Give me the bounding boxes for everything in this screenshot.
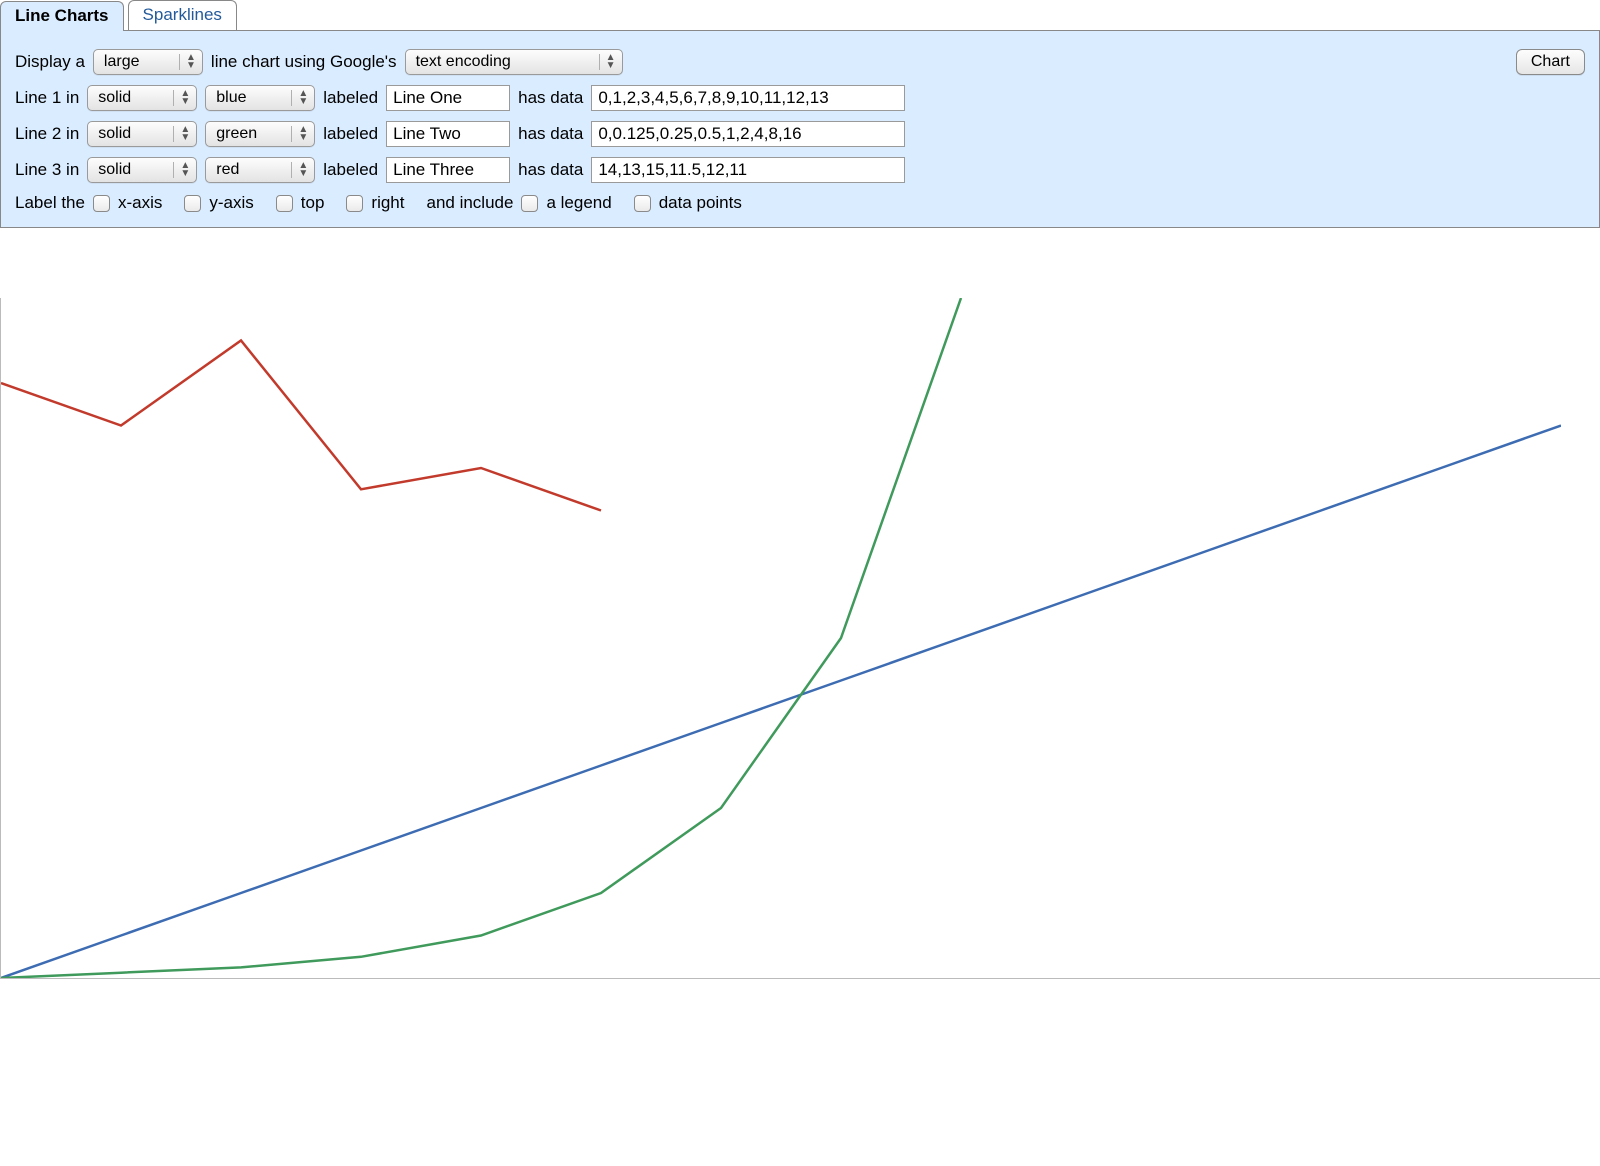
row-axis-options: Label the x-axis y-axis top right and in… (15, 193, 1585, 213)
chevron-updown-icon: ▲▼ (291, 162, 308, 178)
select-line3-style[interactable]: solid ▲▼ (87, 157, 197, 183)
row-line-2: Line 2 in solid ▲▼ green ▲▼ labeled has … (15, 121, 1585, 147)
row-line-1: Line 1 in solid ▲▼ blue ▲▼ labeled has d… (15, 85, 1585, 111)
label-hasdata: has data (518, 88, 583, 108)
checkbox-datapoints[interactable] (634, 195, 651, 212)
checkbox-top[interactable] (276, 195, 293, 212)
select-encoding[interactable]: text encoding ▲▼ (405, 49, 623, 75)
chevron-updown-icon: ▲▼ (179, 54, 196, 70)
select-line2-color[interactable]: green ▲▼ (205, 121, 315, 147)
chevron-updown-icon: ▲▼ (173, 162, 190, 178)
label-andinclude: and include (426, 193, 513, 213)
input-line1-label[interactable] (386, 85, 510, 111)
checkbox-xaxis[interactable] (93, 195, 110, 212)
row-display: Display a large ▲▼ line chart using Goog… (15, 49, 1585, 75)
label-midtext: line chart using Google's (211, 52, 397, 72)
tab-line-charts[interactable]: Line Charts (0, 1, 124, 31)
label-hasdata: has data (518, 124, 583, 144)
label-line1: Line 1 in (15, 88, 79, 108)
select-line2-style[interactable]: solid ▲▼ (87, 121, 197, 147)
chevron-updown-icon: ▲▼ (173, 126, 190, 142)
chevron-updown-icon: ▲▼ (173, 90, 190, 106)
checkbox-right[interactable] (346, 195, 363, 212)
chevron-updown-icon: ▲▼ (291, 90, 308, 106)
controls-panel: Display a large ▲▼ line chart using Goog… (0, 30, 1600, 228)
label-labeled: labeled (323, 88, 378, 108)
checkbox-legend[interactable] (521, 195, 538, 212)
line-chart (1, 298, 1561, 978)
input-line2-label[interactable] (386, 121, 510, 147)
label-legend: a legend (546, 193, 611, 213)
select-size[interactable]: large ▲▼ (93, 49, 203, 75)
input-line1-data[interactable] (591, 85, 905, 111)
checkbox-yaxis[interactable] (184, 195, 201, 212)
tabstrip: Line Charts Sparklines (0, 0, 1600, 30)
label-line2: Line 2 in (15, 124, 79, 144)
chart-series-line-one (1, 426, 1561, 979)
label-labeled: labeled (323, 124, 378, 144)
chart-area (0, 298, 1600, 979)
input-line3-label[interactable] (386, 157, 510, 183)
select-line1-color[interactable]: blue ▲▼ (205, 85, 315, 111)
label-datapoints: data points (659, 193, 742, 213)
input-line3-data[interactable] (591, 157, 905, 183)
select-line3-color[interactable]: red ▲▼ (205, 157, 315, 183)
label-right: right (371, 193, 404, 213)
chevron-updown-icon: ▲▼ (291, 126, 308, 142)
label-display: Display a (15, 52, 85, 72)
label-top: top (301, 193, 325, 213)
chart-series-line-three (1, 341, 601, 511)
select-line1-style[interactable]: solid ▲▼ (87, 85, 197, 111)
chart-button[interactable]: Chart (1516, 49, 1585, 75)
chart-series-line-two (1, 298, 961, 978)
label-xaxis: x-axis (118, 193, 162, 213)
label-labelthe: Label the (15, 193, 85, 213)
label-labeled: labeled (323, 160, 378, 180)
tab-sparklines[interactable]: Sparklines (128, 0, 237, 30)
select-encoding-value: text encoding (416, 53, 511, 71)
input-line2-data[interactable] (591, 121, 905, 147)
row-line-3: Line 3 in solid ▲▼ red ▲▼ labeled has da… (15, 157, 1585, 183)
chevron-updown-icon: ▲▼ (599, 54, 616, 70)
select-size-value: large (104, 53, 140, 71)
label-line3: Line 3 in (15, 160, 79, 180)
label-hasdata: has data (518, 160, 583, 180)
label-yaxis: y-axis (209, 193, 253, 213)
